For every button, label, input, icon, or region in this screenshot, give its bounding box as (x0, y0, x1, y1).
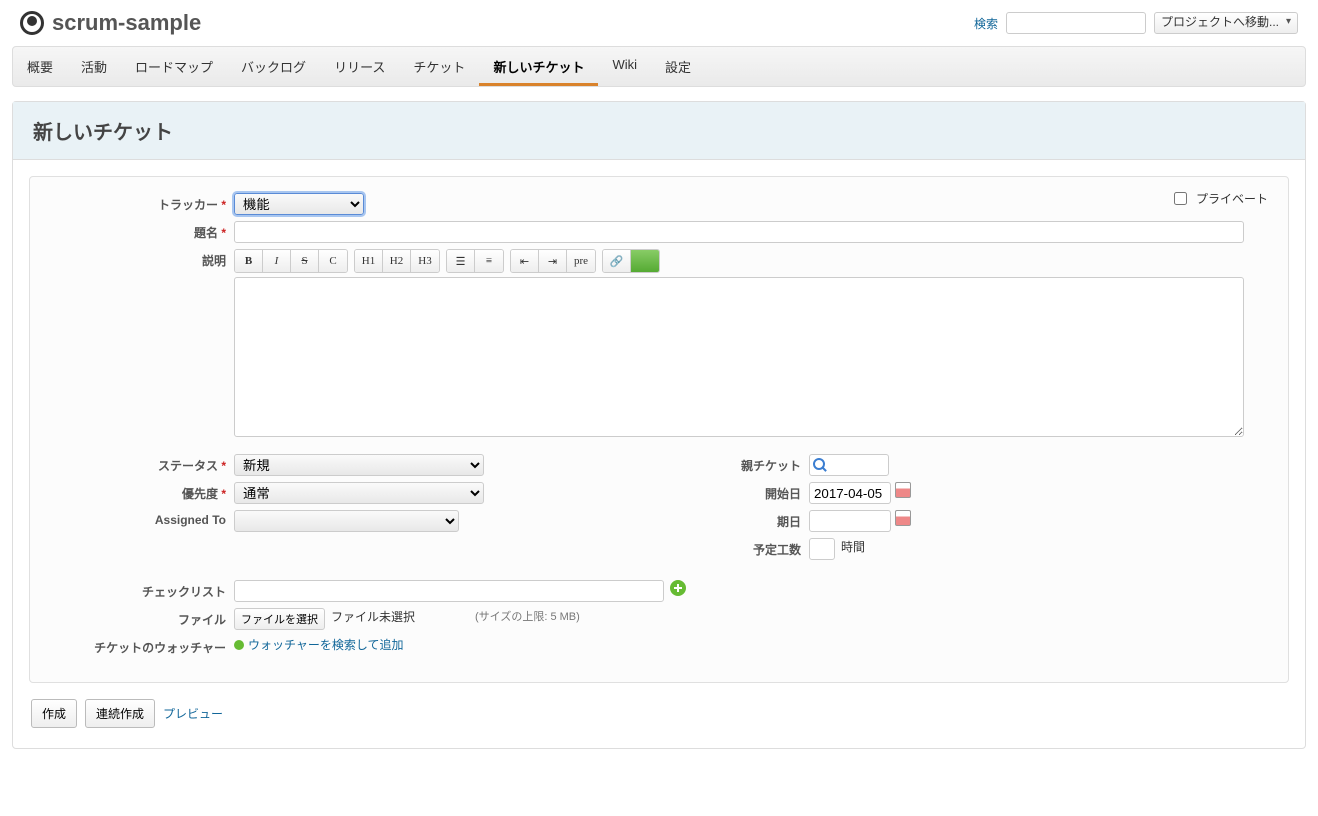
image-button[interactable] (631, 250, 659, 272)
due-date-input[interactable] (809, 510, 891, 532)
project-name: scrum-sample (52, 10, 201, 36)
tab-release[interactable]: リリース (320, 47, 399, 86)
submit-continue-button[interactable]: 連続作成 (85, 699, 155, 728)
hours-unit: 時間 (841, 538, 865, 555)
estimated-input[interactable] (809, 538, 835, 560)
subject-label: 題名 (44, 221, 234, 241)
search-icon (813, 458, 827, 472)
code-button[interactable]: C (319, 250, 347, 272)
indent-button[interactable]: ⇥ (539, 250, 567, 272)
status-label: ステータス (44, 454, 234, 474)
italic-button[interactable]: I (263, 250, 291, 272)
watchers-label: チケットのウォッチャー (44, 636, 234, 656)
add-watcher-link[interactable]: ウォッチャーを検索して追加 (234, 636, 404, 653)
file-none-text: ファイル未選択 (331, 608, 415, 625)
ticket-form: プライベート トラッカー 機能 題名 説明 B I S C (29, 176, 1289, 683)
start-date-label: 開始日 (659, 482, 809, 502)
h2-button[interactable]: H2 (383, 250, 411, 272)
file-label: ファイル (44, 608, 234, 628)
parent-label: 親チケット (659, 454, 809, 474)
due-date-label: 期日 (659, 510, 809, 530)
tab-settings[interactable]: 設定 (651, 47, 705, 86)
start-date-input[interactable] (809, 482, 891, 504)
private-checkbox[interactable] (1174, 192, 1187, 205)
assigned-label: Assigned To (44, 510, 234, 527)
priority-label: 優先度 (44, 482, 234, 502)
calendar-icon[interactable] (895, 510, 911, 526)
bold-button[interactable]: B (235, 250, 263, 272)
h3-button[interactable]: H3 (411, 250, 439, 272)
pre-button[interactable]: pre (567, 250, 595, 272)
add-checklist-icon[interactable] (670, 580, 686, 596)
tab-overview[interactable]: 概要 (13, 47, 67, 86)
tab-activity[interactable]: 活動 (67, 47, 121, 86)
outdent-button[interactable]: ⇤ (511, 250, 539, 272)
tab-tickets[interactable]: チケット (399, 47, 479, 86)
checklist-input[interactable] (234, 580, 664, 602)
submit-button[interactable]: 作成 (31, 699, 77, 728)
project-jump-select[interactable]: プロジェクトへ移動... (1154, 12, 1298, 34)
description-textarea[interactable] (234, 277, 1244, 437)
tracker-label: トラッカー (44, 193, 234, 213)
search-input[interactable] (1006, 12, 1146, 34)
strike-button[interactable]: S (291, 250, 319, 272)
priority-select[interactable]: 通常 (234, 482, 484, 504)
tab-new-ticket[interactable]: 新しいチケット (479, 47, 598, 86)
editor-toolbar: B I S C H1 H2 H3 ☰ ≡ ⇤ (234, 249, 1274, 273)
file-choose-button[interactable]: ファイルを選択 (234, 608, 325, 630)
file-size-hint: (サイズの上限: 5 MB) (475, 608, 580, 624)
checklist-label: チェックリスト (44, 580, 234, 600)
ol-button[interactable]: ≡ (475, 250, 503, 272)
tab-wiki[interactable]: Wiki (598, 47, 651, 86)
link-button[interactable]: 🔗 (603, 250, 631, 272)
h1-button[interactable]: H1 (355, 250, 383, 272)
description-label: 説明 (44, 249, 234, 269)
preview-link[interactable]: プレビュー (163, 705, 223, 722)
tab-roadmap[interactable]: ロードマップ (121, 47, 227, 86)
logo-icon (20, 11, 44, 35)
tab-backlog[interactable]: バックログ (227, 47, 320, 86)
estimated-label: 予定工数 (659, 538, 809, 558)
project-title: scrum-sample (20, 10, 201, 36)
status-select[interactable]: 新規 (234, 454, 484, 476)
main-menu: 概要 活動 ロードマップ バックログ リリース チケット 新しいチケット Wik… (12, 46, 1306, 87)
ul-button[interactable]: ☰ (447, 250, 475, 272)
assigned-select[interactable] (234, 510, 459, 532)
calendar-icon[interactable] (895, 482, 911, 498)
page-title: 新しいチケット (13, 102, 1305, 160)
subject-input[interactable] (234, 221, 1244, 243)
search-link[interactable]: 検索 (974, 15, 998, 32)
private-label: プライベート (1196, 190, 1268, 207)
tracker-select[interactable]: 機能 (234, 193, 364, 215)
project-jump-label: プロジェクトへ移動... (1161, 15, 1279, 29)
